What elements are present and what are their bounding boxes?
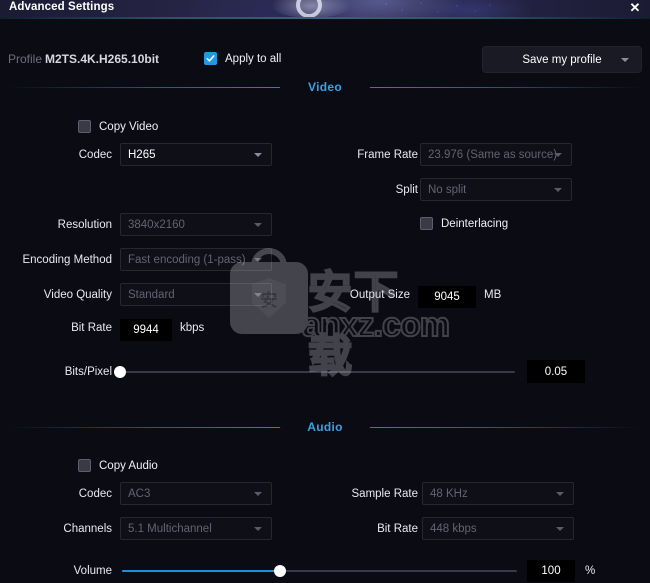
video-codec-select[interactable]: H265 — [120, 143, 272, 166]
audio-codec-label: Codec — [78, 488, 112, 500]
encoding-method-select[interactable]: Fast encoding (1-pass) — [120, 248, 272, 271]
profile-label: Profile — [8, 52, 43, 66]
volume-thumb[interactable] — [274, 565, 286, 577]
video-codec-value: H265 — [128, 148, 156, 161]
copy-audio-label: Copy Audio — [99, 459, 158, 472]
output-size-label: Output Size — [349, 289, 410, 301]
advanced-settings-dialog: Advanced Settings ✕ Profile M2TS.4K.H265… — [0, 0, 650, 583]
sample-rate-label: Sample Rate — [351, 488, 418, 500]
audio-bit-rate-label: Bit Rate — [377, 523, 418, 535]
apply-to-all-checkbox[interactable] — [204, 52, 217, 65]
apply-to-all-label: Apply to all — [225, 52, 282, 65]
video-bit-rate-unit: kbps — [180, 322, 205, 334]
volume-value: 100 — [541, 565, 561, 577]
deinterlacing-label: Deinterlacing — [441, 217, 509, 230]
resolution-label: Resolution — [57, 219, 112, 231]
copy-video-label: Copy Video — [99, 120, 159, 133]
split-label: Split — [395, 184, 418, 196]
sample-rate-select[interactable]: 48 KHz — [422, 482, 574, 505]
volume-label: Volume — [73, 565, 112, 577]
chevron-down-icon[interactable] — [254, 223, 262, 227]
bits-per-pixel-label: Bits/Pixel — [64, 366, 112, 378]
channels-value: 5.1 Multichannel — [128, 522, 212, 535]
volume-input[interactable]: 100 — [527, 560, 575, 582]
apply-to-all-row[interactable]: Apply to all — [204, 52, 281, 65]
resolution-select[interactable]: 3840x2160 — [120, 213, 272, 236]
split-select[interactable]: No split — [420, 178, 572, 201]
video-quality-label: Video Quality — [43, 289, 112, 301]
output-size-input[interactable]: 9045 — [418, 286, 476, 308]
save-my-profile-label: Save my profile — [522, 53, 602, 66]
output-size-unit: MB — [484, 289, 502, 301]
video-bit-rate-label: Bit Rate — [71, 322, 112, 334]
bits-per-pixel-slider[interactable] — [114, 365, 515, 379]
output-size-value: 9045 — [434, 291, 460, 303]
bits-per-pixel-thumb[interactable] — [114, 366, 126, 378]
chevron-down-icon[interactable] — [554, 188, 562, 192]
audio-bit-rate-value: 448 kbps — [430, 522, 477, 535]
copy-audio-row[interactable]: Copy Audio — [78, 459, 158, 472]
save-my-profile-button[interactable]: Save my profile — [482, 46, 642, 73]
encoding-method-value: Fast encoding (1-pass) — [128, 253, 246, 266]
chevron-down-icon[interactable] — [254, 527, 262, 531]
chevron-down-icon[interactable] — [556, 527, 564, 531]
copy-video-checkbox[interactable] — [78, 120, 91, 133]
window-title: Advanced Settings — [9, 1, 115, 13]
deinterlacing-checkbox[interactable] — [420, 217, 433, 230]
audio-bit-rate-select[interactable]: 448 kbps — [422, 517, 574, 540]
profile-value: M2TS.4K.H265.10bit — [45, 52, 160, 66]
audio-codec-value: AC3 — [128, 487, 151, 500]
channels-label: Channels — [63, 523, 112, 535]
watermark-domain-text: anxz.com — [301, 305, 451, 345]
chevron-down-icon[interactable] — [254, 153, 262, 157]
chevron-down-icon[interactable] — [254, 258, 262, 262]
split-value: No split — [428, 183, 467, 196]
video-quality-value: Standard — [128, 288, 175, 301]
volume-unit: % — [585, 565, 596, 577]
video-quality-select[interactable]: Standard — [120, 283, 272, 306]
audio-section-header: Audio — [0, 420, 650, 434]
frame-rate-label: Frame Rate — [357, 149, 418, 161]
frame-rate-select[interactable]: 23.976 (Same as source) — [420, 143, 572, 166]
volume-slider[interactable] — [122, 564, 517, 578]
chevron-down-icon[interactable] — [254, 492, 262, 496]
bits-per-pixel-track[interactable] — [120, 371, 515, 373]
frame-rate-value: 23.976 (Same as source) — [428, 148, 558, 161]
channels-select[interactable]: 5.1 Multichannel — [120, 517, 272, 540]
chevron-down-icon[interactable] — [254, 293, 262, 297]
video-bit-rate-value: 9944 — [133, 324, 159, 336]
audio-divider-right — [370, 427, 642, 428]
chevron-down-icon[interactable] — [556, 492, 564, 496]
video-section-header: Video — [0, 80, 650, 94]
chevron-down-icon[interactable] — [621, 58, 629, 62]
resolution-value: 3840x2160 — [128, 218, 185, 231]
volume-fill — [122, 570, 280, 572]
chevron-down-icon[interactable] — [554, 153, 562, 157]
sample-rate-value: 48 KHz — [430, 487, 468, 500]
copy-audio-checkbox[interactable] — [78, 459, 91, 472]
audio-codec-select[interactable]: AC3 — [120, 482, 272, 505]
copy-video-row[interactable]: Copy Video — [78, 120, 158, 133]
video-codec-label: Codec — [78, 149, 112, 161]
video-divider-right — [370, 87, 642, 88]
bits-per-pixel-input[interactable]: 0.05 — [527, 360, 585, 383]
deinterlacing-row[interactable]: Deinterlacing — [420, 217, 508, 230]
close-icon[interactable]: ✕ — [628, 1, 642, 15]
encoding-method-label: Encoding Method — [22, 254, 112, 266]
video-bit-rate-input[interactable]: 9944 — [120, 319, 172, 341]
titlebar-speckle-decoration — [380, 0, 500, 17]
profile-row: Profile M2TS.4K.H265.10bit Apply to all … — [0, 19, 650, 73]
bits-per-pixel-value: 0.05 — [544, 365, 568, 378]
